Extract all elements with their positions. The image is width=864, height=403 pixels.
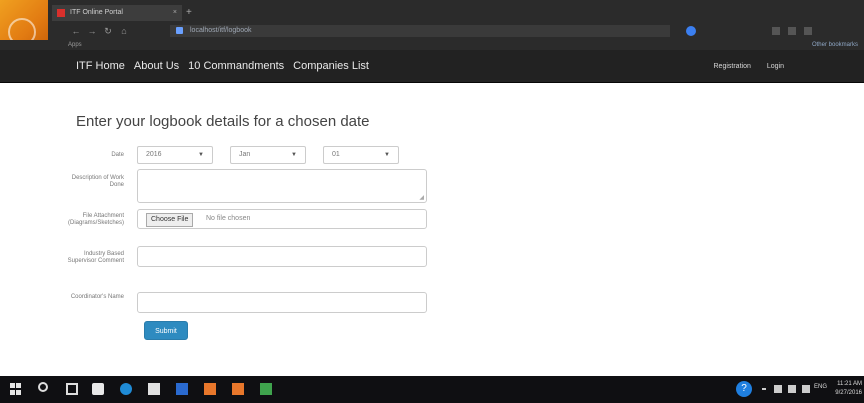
chevron-down-icon: ▼: [198, 152, 204, 158]
coordinator-label: Coordinator's Name: [70, 294, 124, 300]
address-bar[interactable]: localhost/itf/logbook: [170, 25, 670, 37]
profile-icon[interactable]: [686, 26, 696, 36]
forward-icon[interactable]: →: [86, 25, 98, 37]
app-icon[interactable]: [232, 383, 244, 395]
nav-links: ITF Home About Us 10 Commandments Compan…: [76, 50, 369, 82]
language-indicator[interactable]: ENG: [814, 384, 827, 390]
system-tray: ? ENG 11:21 AM 9/27/2016: [704, 376, 864, 403]
description-label: Description of Work Done: [71, 175, 124, 188]
resize-handle-icon[interactable]: ◢: [419, 195, 424, 201]
submit-button[interactable]: Submit: [144, 321, 188, 340]
page-title: Enter your logbook details for a chosen …: [76, 113, 370, 130]
spreadsheet-icon[interactable]: [260, 383, 272, 395]
taskbar: ? ENG 11:21 AM 9/27/2016: [0, 376, 864, 403]
nav-about-us[interactable]: About Us: [134, 60, 179, 72]
clock-date: 9/27/2016: [835, 390, 862, 396]
help-icon[interactable]: ?: [736, 381, 752, 397]
volume-icon[interactable]: [788, 385, 796, 393]
extension-icon[interactable]: [772, 27, 780, 35]
edge-icon[interactable]: [120, 383, 132, 395]
show-hidden-icon[interactable]: [762, 388, 766, 390]
battery-icon[interactable]: [802, 385, 810, 393]
store-icon[interactable]: [92, 383, 104, 395]
home-icon[interactable]: ⌂: [118, 25, 130, 37]
tab-title: ITF Online Portal: [70, 9, 123, 16]
month-select[interactable]: Jan ▼: [230, 146, 306, 164]
day-select[interactable]: 01 ▼: [323, 146, 399, 164]
supervisor-comment-label: Industry Based Supervisor Comment: [67, 251, 124, 264]
explorer-icon[interactable]: [176, 383, 188, 395]
menu-icon[interactable]: [804, 27, 812, 35]
page-info-icon: [176, 27, 183, 34]
date-label: Date: [111, 152, 124, 158]
choose-file-button[interactable]: Choose File: [146, 213, 194, 227]
browser-chrome: ITF Online Portal × + ← → ↻ ⌂ localhost/…: [0, 0, 864, 50]
other-bookmarks[interactable]: Other bookmarks: [812, 40, 858, 50]
file-status: No file chosen: [206, 215, 251, 222]
bookmarks-bar: Apps Other bookmarks: [0, 40, 864, 50]
day-value: 01: [332, 151, 340, 158]
nav-itf-home[interactable]: ITF Home: [76, 60, 125, 72]
address-text: localhost/itf/logbook: [190, 27, 252, 34]
extension-icon[interactable]: [788, 27, 796, 35]
clock-time: 11:21 AM: [837, 381, 862, 387]
task-view-icon[interactable]: [66, 383, 78, 395]
chevron-down-icon: ▼: [384, 152, 390, 158]
reload-icon[interactable]: ↻: [102, 25, 114, 37]
app-icon[interactable]: [204, 383, 216, 395]
mail-icon[interactable]: [148, 383, 160, 395]
year-select[interactable]: 2016 ▼: [137, 146, 213, 164]
file-input[interactable]: Choose File No file chosen: [137, 209, 427, 229]
windows-start-icon[interactable]: [10, 383, 22, 395]
back-icon[interactable]: ←: [70, 25, 82, 37]
nav-right: Registration Login: [714, 50, 785, 82]
nav-login[interactable]: Login: [767, 63, 784, 70]
network-icon[interactable]: [774, 385, 782, 393]
year-value: 2016: [146, 151, 162, 158]
clock[interactable]: 11:21 AM 9/27/2016: [832, 380, 862, 398]
nav-commandments[interactable]: 10 Commandments: [188, 60, 284, 72]
favicon-icon: [57, 9, 65, 17]
address-row: ← → ↻ ⌂ localhost/itf/logbook: [52, 25, 864, 39]
nav-registration[interactable]: Registration: [714, 63, 751, 70]
month-value: Jan: [239, 151, 251, 158]
supervisor-comment-input[interactable]: [137, 246, 427, 267]
search-icon[interactable]: [38, 382, 48, 392]
description-textarea[interactable]: ◢: [137, 169, 427, 203]
chevron-down-icon: ▼: [291, 152, 297, 158]
bookmark-apps[interactable]: Apps: [68, 40, 82, 50]
site-navbar: ITF Home About Us 10 Commandments Compan…: [0, 50, 864, 83]
close-icon[interactable]: ×: [173, 5, 177, 21]
attachment-label: File Attachment (Diagrams/Sketches): [67, 213, 124, 226]
nav-companies-list[interactable]: Companies List: [293, 60, 369, 72]
coordinator-input[interactable]: [137, 292, 427, 313]
new-tab-icon[interactable]: +: [186, 7, 200, 19]
browser-tab[interactable]: ITF Online Portal ×: [52, 5, 182, 21]
